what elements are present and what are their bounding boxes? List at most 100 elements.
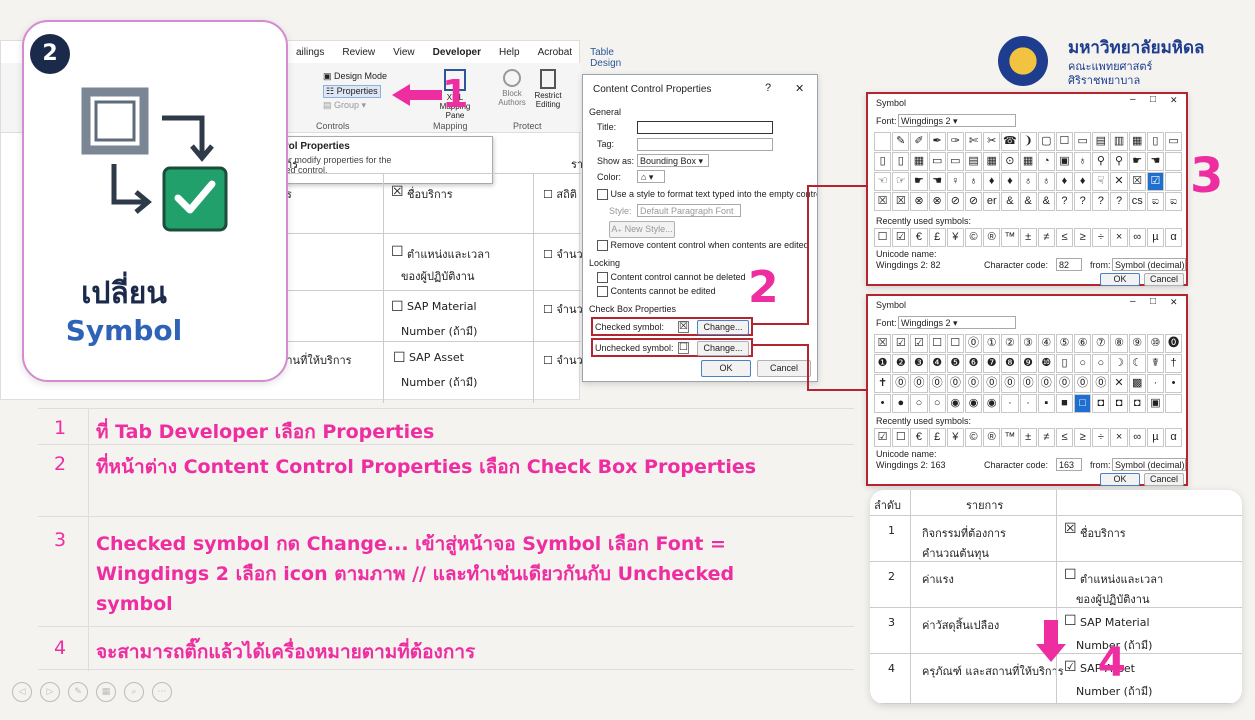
recent-symbol-cell[interactable]: ™ xyxy=(1001,428,1019,447)
symbol-cell[interactable]: ② xyxy=(1001,334,1019,353)
symbol-cell[interactable]: ◉ xyxy=(946,394,964,413)
recent-symbol-cell[interactable]: ☐ xyxy=(892,428,910,447)
symbol-cell[interactable]: ⓪ xyxy=(910,374,928,393)
recent-symbol-cell[interactable]: × xyxy=(1110,428,1128,447)
symbol-cell[interactable]: ☑ xyxy=(910,334,928,353)
symbol-cell[interactable]: ▤ xyxy=(1092,132,1110,151)
symbol-cell[interactable]: ⑥ xyxy=(1074,334,1092,353)
symbol-cell[interactable]: ⑩ xyxy=(1146,334,1164,353)
recent-symbol-cell[interactable]: © xyxy=(964,428,983,447)
zoom-icon[interactable]: ⌕ xyxy=(124,682,144,702)
recent-symbol-cell[interactable]: ≤ xyxy=(1055,228,1074,247)
close-button[interactable]: ✕ xyxy=(795,82,804,95)
symbol-cell[interactable]: ○ xyxy=(910,394,928,413)
symbol-cell[interactable]: ♦ xyxy=(1074,172,1092,191)
recent-symbol-cell[interactable]: µ xyxy=(1146,228,1164,247)
recent-symbol-cell[interactable]: ∞ xyxy=(1128,428,1146,447)
minimize-icon[interactable]: – xyxy=(1130,94,1136,105)
symbol-cell[interactable]: ❹ xyxy=(928,354,946,373)
symbol-cell[interactable]: · xyxy=(1019,394,1037,413)
recent-symbol-cell[interactable]: ≠ xyxy=(1037,228,1055,247)
symbol-cell[interactable]: ☾ xyxy=(1128,354,1146,373)
checkbox[interactable]: ☐ xyxy=(391,245,404,259)
close-icon[interactable]: ✕ xyxy=(1170,95,1178,106)
symbol-cell[interactable]: ☽ xyxy=(1110,354,1128,373)
symbol-cell[interactable]: ⓪ xyxy=(892,374,910,393)
checkbox[interactable]: ☒ xyxy=(391,185,404,199)
symbol-cell[interactable]: ▥ xyxy=(1110,132,1128,151)
recent-symbol-cell[interactable]: ≠ xyxy=(1037,428,1055,447)
symbol-cell[interactable]: ☒ xyxy=(892,192,910,211)
symbol-cell[interactable]: ⑧ xyxy=(1110,334,1128,353)
symbol-cell[interactable]: ⊘ xyxy=(946,192,964,211)
remove-option[interactable]: Remove content control when contents are… xyxy=(597,240,809,252)
recent-symbol-cell[interactable]: ☑ xyxy=(892,228,910,247)
symbol-cell[interactable]: ③ xyxy=(1019,334,1037,353)
recent-symbol-cell[interactable]: ÷ xyxy=(1092,428,1110,447)
recent-symbol-cell[interactable]: ¥ xyxy=(946,228,964,247)
symbol-cell[interactable]: ▦ xyxy=(1019,152,1037,171)
symbol-cell[interactable]: ☑ xyxy=(892,334,910,353)
checkbox[interactable]: ☐ xyxy=(1064,567,1077,583)
symbol-cell[interactable]: ☒ xyxy=(874,192,892,211)
showas-select[interactable]: Bounding Box ▾ xyxy=(637,154,709,167)
symbol-cell[interactable]: ☎ xyxy=(1001,132,1019,151)
symbol-cell[interactable]: ☛ xyxy=(1128,152,1146,171)
symbol-cell[interactable]: & xyxy=(1037,192,1055,211)
symbol-cell[interactable]: ⊗ xyxy=(910,192,928,211)
color-picker-button[interactable]: ⌂ ▾ xyxy=(637,170,665,183)
symbol-cell[interactable]: ▭ xyxy=(1074,132,1092,151)
symbol-cell[interactable] xyxy=(1165,172,1183,191)
symbol-cell[interactable]: ⓪ xyxy=(946,374,964,393)
symbol-cell[interactable]: ☒ xyxy=(874,334,892,353)
symbol-cell[interactable]: ☑ xyxy=(1146,172,1164,191)
symbol-cell[interactable]: ⓪ xyxy=(1074,374,1092,393)
title-input[interactable] xyxy=(637,121,773,134)
symbol-cell[interactable]: ⓪ xyxy=(964,334,983,353)
next-icon[interactable]: ▷ xyxy=(40,682,60,702)
symbol-cell[interactable]: ⚲ xyxy=(1092,152,1110,171)
symbol-cell[interactable]: ⚲ xyxy=(1110,152,1128,171)
symbol-cell[interactable]: ▦ xyxy=(910,152,928,171)
ok-button[interactable]: OK xyxy=(701,360,751,377)
recent-symbol-cell[interactable]: ≥ xyxy=(1074,228,1092,247)
symbol-cell[interactable]: ❼ xyxy=(983,354,1001,373)
symbol-cell[interactable]: ☚ xyxy=(928,172,946,191)
checked-change-button[interactable]: Change... xyxy=(697,320,749,335)
symbol-cell[interactable]: ⓪ xyxy=(964,374,983,393)
symbol-cell[interactable] xyxy=(874,132,892,151)
symbol-cell[interactable]: ? xyxy=(1110,192,1128,211)
recent-symbol-cell[interactable]: © xyxy=(964,228,983,247)
minimize-icon[interactable]: – xyxy=(1130,296,1136,307)
cancel-button[interactable]: Cancel xyxy=(757,360,811,377)
symbol-cell[interactable]: ⓪ xyxy=(928,374,946,393)
symbol-cell[interactable]: ❿ xyxy=(1037,354,1055,373)
symbol-cell[interactable]: ☟ xyxy=(1092,172,1110,191)
cancel-button[interactable]: Cancel xyxy=(1144,273,1184,286)
symbol-cell[interactable]: ▢ xyxy=(1037,132,1055,151)
symbol-cell[interactable]: ◘ xyxy=(1110,394,1128,413)
checkbox[interactable]: ☐ xyxy=(393,351,406,365)
symbol-cell[interactable]: ✕ xyxy=(1110,172,1128,191)
recent-symbol-cell[interactable]: ™ xyxy=(1001,228,1019,247)
symbol-cell[interactable]: ☚ xyxy=(1146,152,1164,171)
symbol-cell[interactable]: ✎ xyxy=(892,132,910,151)
symbol-cell[interactable]: ⓪ xyxy=(1019,374,1037,393)
recent-symbol-cell[interactable]: × xyxy=(1110,228,1128,247)
symbol-cell[interactable]: ◉ xyxy=(983,394,1001,413)
symbol-cell[interactable]: ♁ xyxy=(964,172,983,191)
symbol-cell[interactable]: ⊗ xyxy=(928,192,946,211)
symbol-cell[interactable]: ⓿ xyxy=(1165,334,1183,353)
symbol-cell[interactable]: ▩ xyxy=(1128,374,1146,393)
recent-symbol-cell[interactable]: ¥ xyxy=(946,428,964,447)
symbol-cell[interactable]: ▦ xyxy=(983,152,1001,171)
cancel-button[interactable]: Cancel xyxy=(1144,473,1184,486)
symbol-cell[interactable]: ☐ xyxy=(928,334,946,353)
prev-icon[interactable]: ◁ xyxy=(12,682,32,702)
help-button[interactable]: ? xyxy=(765,82,771,94)
recent-symbol-cell[interactable]: ÷ xyxy=(1092,228,1110,247)
symbol-cell[interactable]: ▣ xyxy=(1146,394,1164,413)
symbol-cell[interactable]: ● xyxy=(892,394,910,413)
symbol-cell[interactable]: ◘ xyxy=(1128,394,1146,413)
recent-symbol-cell[interactable]: ☐ xyxy=(874,228,892,247)
